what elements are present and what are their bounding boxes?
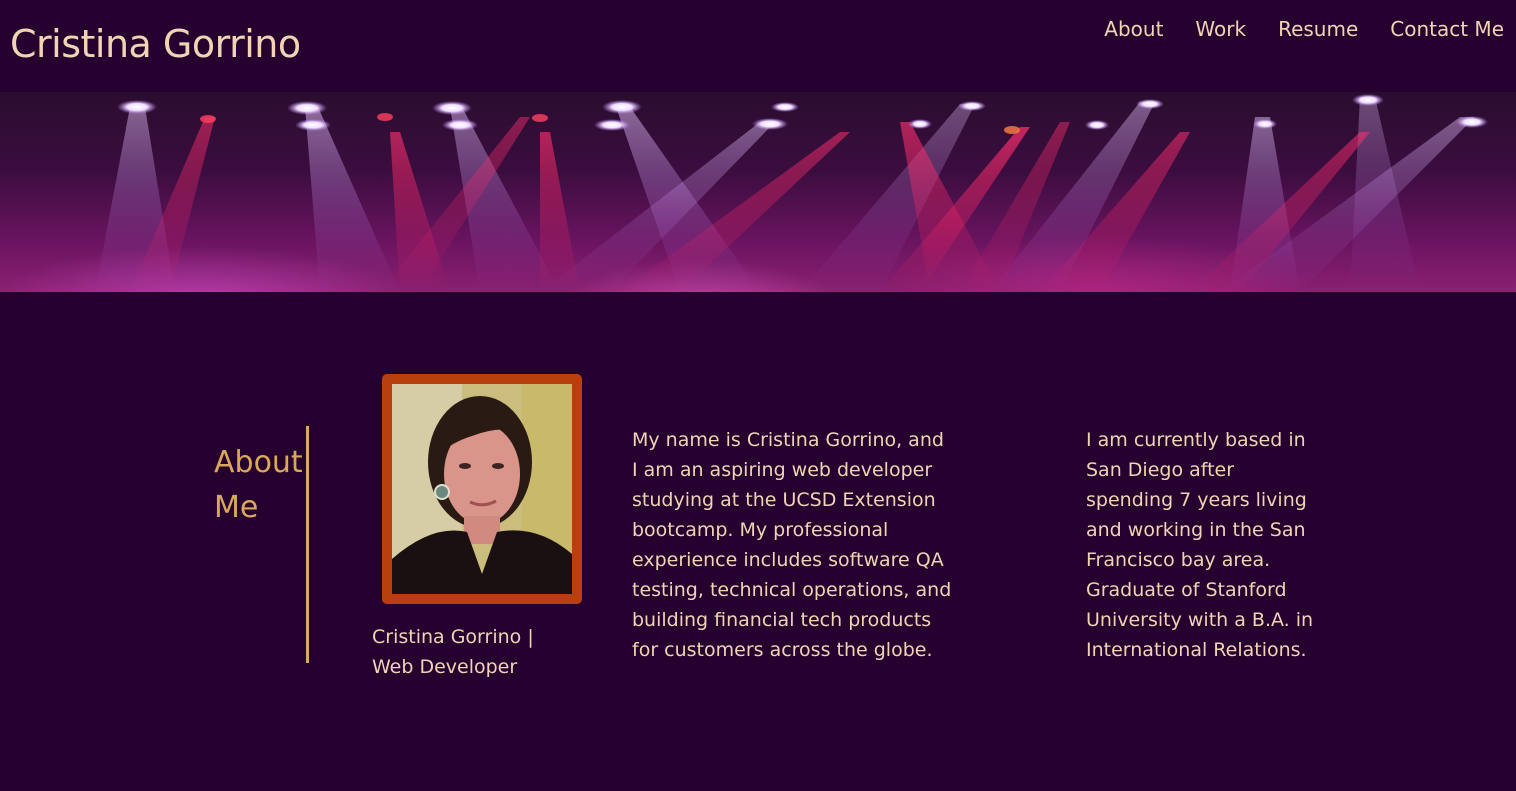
portrait-frame xyxy=(382,374,582,604)
nav-about[interactable]: About xyxy=(1104,17,1163,41)
bio-paragraph-intro: My name is Cristina Gorrino, and I am an… xyxy=(632,429,952,661)
site-header: Cristina Gorrino About Work Resume Conta… xyxy=(0,0,1516,92)
bio-paragraph-background: I am currently based in San Diego after … xyxy=(1086,429,1314,661)
vertical-divider xyxy=(306,426,309,663)
page: Cristina Gorrino About Work Resume Conta… xyxy=(0,0,1516,791)
nav-resume[interactable]: Resume xyxy=(1278,17,1358,41)
portrait-caption: Cristina Gorrino | Web Developer xyxy=(372,626,534,678)
hero-banner-stage-lights xyxy=(0,92,1516,292)
site-title: Cristina Gorrino xyxy=(10,22,301,66)
main-nav: About Work Resume Contact Me xyxy=(1104,17,1504,41)
profile-photo xyxy=(392,384,572,594)
stage-lights-image xyxy=(95,94,1488,292)
nav-contact-me[interactable]: Contact Me xyxy=(1390,17,1504,41)
nav-work[interactable]: Work xyxy=(1195,17,1246,41)
about-me-heading: About Me xyxy=(214,445,303,525)
